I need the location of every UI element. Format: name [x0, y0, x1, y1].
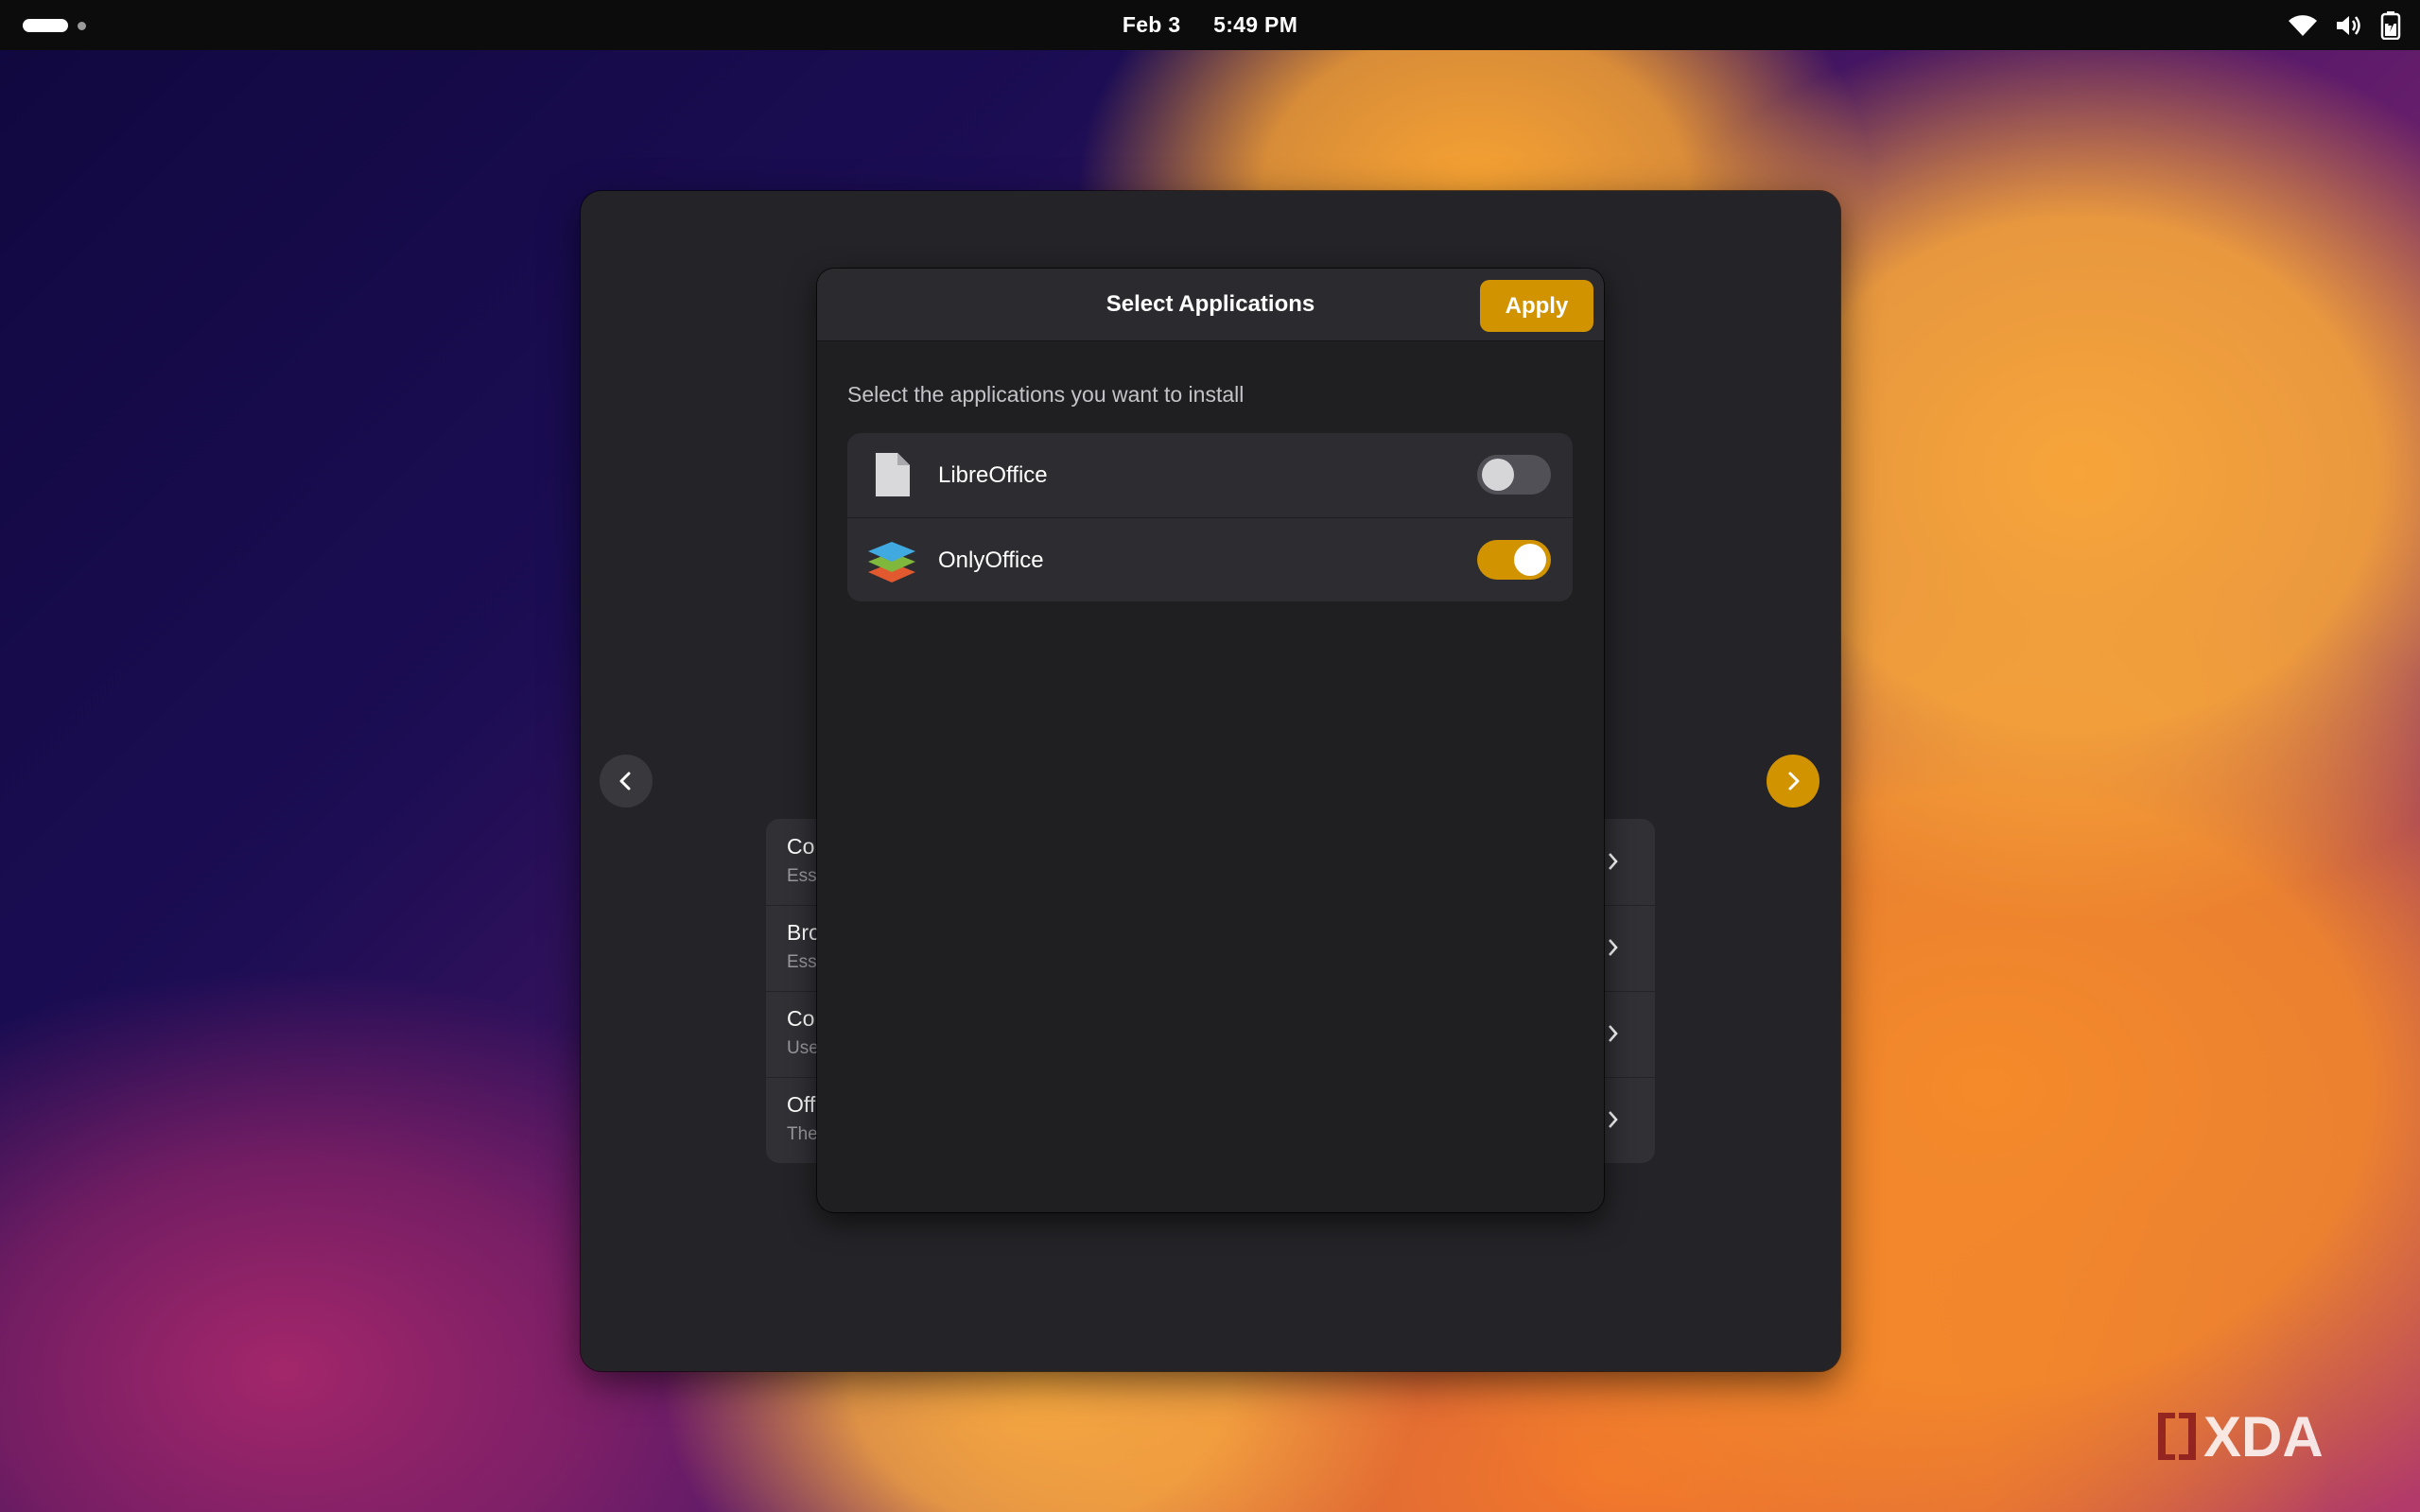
app-name: LibreOffice	[938, 462, 1048, 488]
libreoffice-toggle[interactable]	[1477, 455, 1551, 495]
category-subtitle: Ess	[787, 952, 817, 972]
clock-date: Feb 3	[1122, 12, 1181, 37]
battery-icon	[2380, 11, 2401, 40]
onlyoffice-icon	[866, 534, 917, 585]
clock[interactable]: Feb 3 5:49 PM	[0, 0, 2420, 50]
chevron-right-icon	[1609, 1111, 1618, 1128]
top-bar: Feb 3 5:49 PM	[0, 0, 2420, 50]
chevron-right-icon	[1609, 1025, 1618, 1042]
wifi-icon	[2288, 12, 2318, 39]
app-list: LibreOffice OnlyOffice	[847, 433, 1573, 601]
libreoffice-icon	[866, 449, 917, 500]
system-tray[interactable]	[2288, 11, 2401, 40]
onlyoffice-toggle[interactable]	[1477, 540, 1551, 580]
next-page-button[interactable]	[1767, 755, 1819, 808]
category-subtitle: Use	[787, 1038, 819, 1058]
clock-time: 5:49 PM	[1213, 12, 1298, 37]
category-subtitle: Ess	[787, 866, 817, 886]
volume-icon	[2335, 12, 2363, 39]
chevron-right-icon	[1788, 772, 1800, 791]
category-title: Bro	[787, 920, 821, 945]
list-item[interactable]: OnlyOffice	[847, 518, 1573, 601]
category-title: Co	[787, 834, 815, 859]
apply-button[interactable]: Apply	[1480, 280, 1593, 332]
previous-page-button[interactable]	[600, 755, 653, 808]
dialog-header: Select Applications Apply	[817, 269, 1604, 341]
chevron-right-icon	[1609, 853, 1618, 870]
dialog-description: Select the applications you want to inst…	[847, 382, 1245, 407]
category-title: Co	[787, 1006, 815, 1031]
chevron-left-icon	[619, 772, 631, 791]
chevron-right-icon	[1609, 939, 1618, 956]
app-name: OnlyOffice	[938, 547, 1044, 573]
select-applications-dialog: Select Applications Apply Select the app…	[817, 269, 1604, 1212]
toggle-knob	[1482, 459, 1514, 491]
xda-logo-text: XDA	[2203, 1407, 2324, 1468]
category-subtitle: The	[787, 1124, 818, 1144]
category-title: Off	[787, 1092, 816, 1117]
toggle-knob	[1514, 544, 1546, 576]
xda-logo: XDA	[2154, 1405, 2391, 1469]
list-item[interactable]: LibreOffice	[847, 433, 1573, 518]
